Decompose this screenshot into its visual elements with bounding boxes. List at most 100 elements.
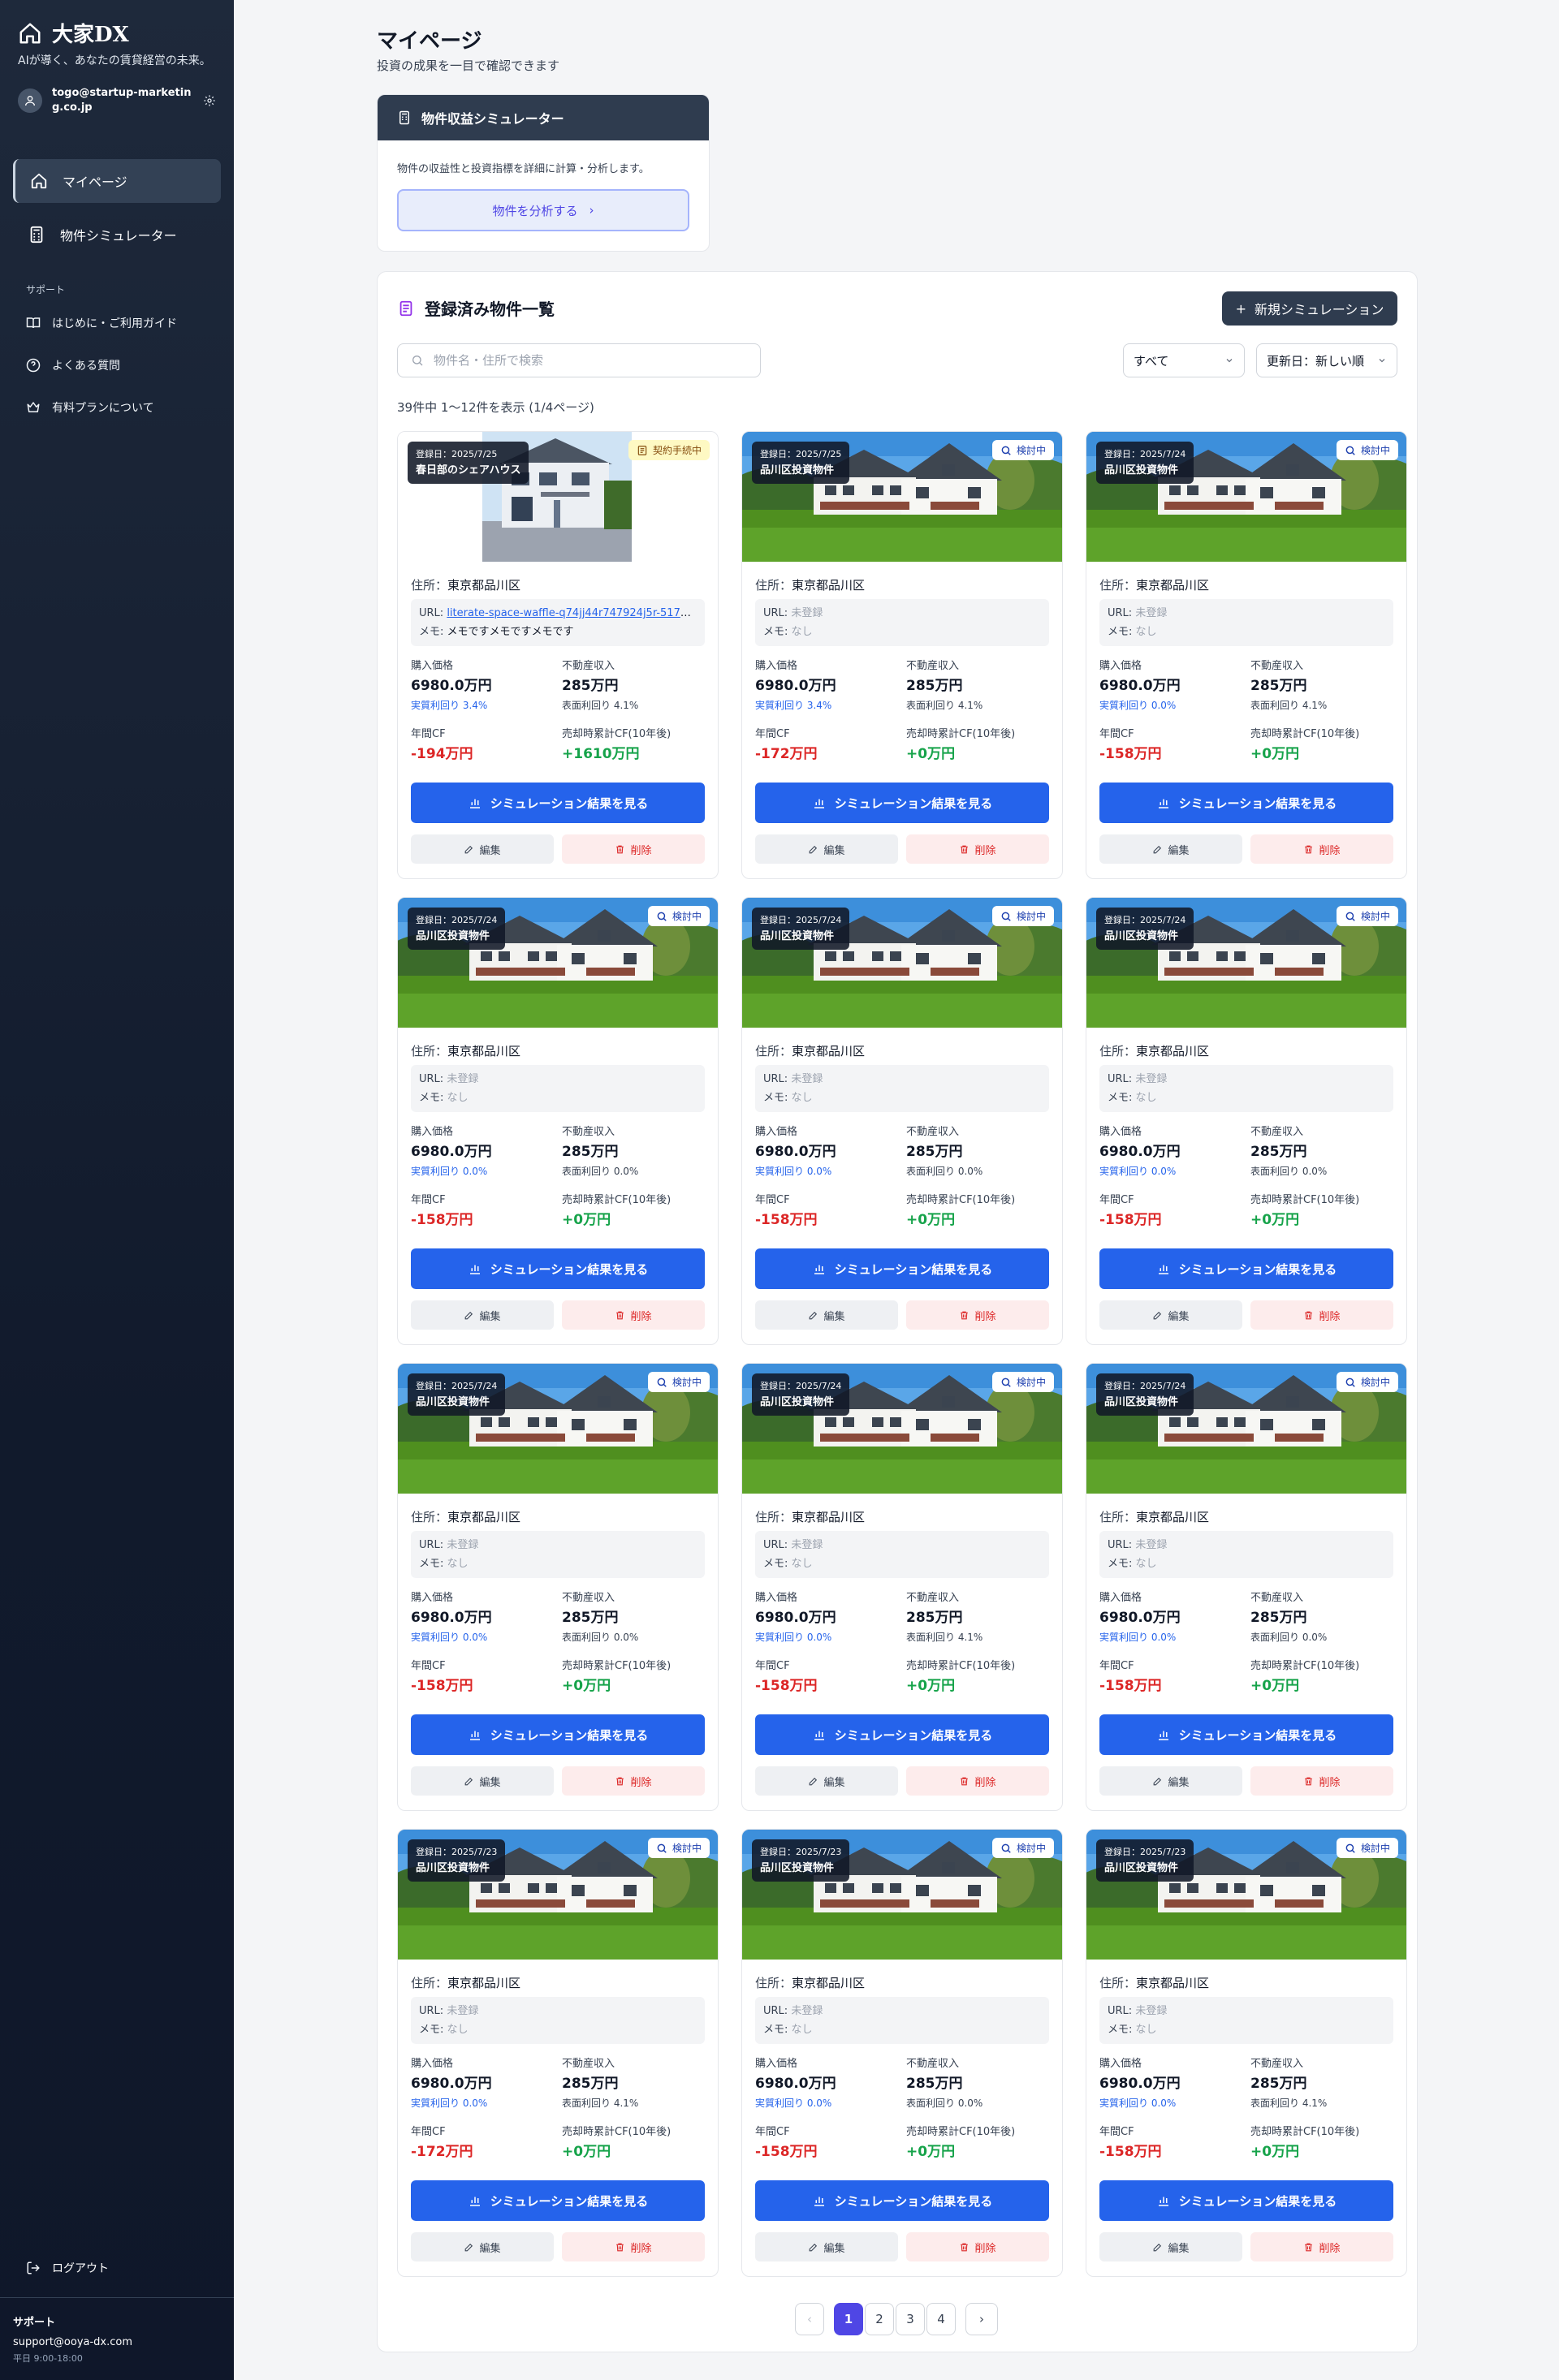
address-label: 住所： <box>755 1044 792 1058</box>
edit-button[interactable]: 編集 <box>1099 1300 1242 1330</box>
nav-item-plans[interactable]: 有料プランについて <box>26 399 154 416</box>
property-income-sub: 表面利回り 4.1% <box>906 1630 982 1645</box>
property-photo: 登録日：2025/7/23 品川区投資物件 検討中 <box>742 1830 1062 1960</box>
status-filter-select[interactable]: すべて <box>1123 343 1245 377</box>
view-result-button[interactable]: シミュレーション結果を見る <box>1099 2180 1393 2221</box>
nav-item-faq[interactable]: よくある質問 <box>26 357 120 373</box>
view-result-button[interactable]: シミュレーション結果を見る <box>411 1714 705 1755</box>
memo-row: メモ: なし <box>1108 2020 1385 2039</box>
nav-item-mypage[interactable]: マイページ <box>13 159 221 203</box>
purchase-price: 購入価格 6980.0万円 実質利回り 0.0% <box>1099 2057 1181 2111</box>
delete-button[interactable]: 削除 <box>906 1300 1049 1330</box>
property-income-sub: 表面利回り 4.1% <box>906 698 982 713</box>
edit-button[interactable]: 編集 <box>755 2232 898 2261</box>
annual-cf-label: 年間CF <box>1099 728 1134 740</box>
delete-button[interactable]: 削除 <box>1250 834 1393 864</box>
purchase-price-sub-value: 0.0% <box>1151 1166 1177 1177</box>
logout-button[interactable]: ログアウト <box>26 2260 109 2276</box>
property-info-box: URL: literate-space-waffle-q74jj44r74792… <box>411 599 705 646</box>
edit-button[interactable]: 編集 <box>411 834 554 864</box>
view-result-button[interactable]: シミュレーション結果を見る <box>755 1248 1049 1289</box>
pagination-prev-button[interactable]: ‹ <box>795 2303 824 2335</box>
pagination-page-2[interactable]: 2 <box>865 2303 894 2335</box>
search-input[interactable] <box>434 353 742 368</box>
property-url[interactable]: literate-space-waffle-q74jj44r747924j5r-… <box>447 607 697 619</box>
purchase-price-label: 購入価格 <box>1099 660 1142 672</box>
nav-item-simulator[interactable]: 物件シミュレーター <box>13 213 221 257</box>
delete-button[interactable]: 削除 <box>1250 1766 1393 1796</box>
address-value: 東京都品川区 <box>792 1976 866 1990</box>
view-result-button[interactable]: シミュレーション結果を見る <box>1099 783 1393 823</box>
edit-button[interactable]: 編集 <box>1099 2232 1242 2261</box>
view-result-button[interactable]: シミュレーション結果を見る <box>755 2180 1049 2221</box>
url-row: URL: 未登録 <box>763 2002 1041 2020</box>
purchase-price: 購入価格 6980.0万円 実質利回り 0.0% <box>1099 1591 1181 1645</box>
delete-button[interactable]: 削除 <box>562 1766 705 1796</box>
property-photo: 登録日：2025/7/23 品川区投資物件 検討中 <box>1086 1830 1406 1960</box>
view-result-button[interactable]: シミュレーション結果を見る <box>755 1714 1049 1755</box>
pagination-page-1[interactable]: 1 <box>834 2303 863 2335</box>
delete-button[interactable]: 削除 <box>1250 1300 1393 1330</box>
search-box[interactable] <box>397 343 761 377</box>
edit-label: 編集 <box>823 1310 845 1323</box>
edit-button[interactable]: 編集 <box>1099 834 1242 864</box>
edit-button[interactable]: 編集 <box>411 1766 554 1796</box>
sale-cf-value: +0万円 <box>1250 746 1300 762</box>
view-result-label: シミュレーション結果を見る <box>490 795 649 811</box>
sale-cf-label: 売却時累計CF(10年後) <box>562 1660 672 1672</box>
purchase-price-sub-label: 実質利回り <box>755 700 805 711</box>
edit-button[interactable]: 編集 <box>411 1300 554 1330</box>
view-result-label: シミュレーション結果を見る <box>490 1261 649 1277</box>
property-url: 未登録 <box>1135 607 1168 619</box>
nav-item-guide[interactable]: はじめに・ご利用ガイド <box>26 315 177 331</box>
calculator-icon <box>28 226 45 244</box>
edit-button[interactable]: 編集 <box>1099 1766 1242 1796</box>
edit-button[interactable]: 編集 <box>411 2232 554 2261</box>
address-value: 東京都品川区 <box>447 578 521 593</box>
delete-button[interactable]: 削除 <box>562 834 705 864</box>
registration-date: 登録日：2025/7/24 <box>1104 915 1186 925</box>
delete-button[interactable]: 削除 <box>562 2232 705 2261</box>
delete-button[interactable]: 削除 <box>562 1300 705 1330</box>
view-result-label: シミュレーション結果を見る <box>834 795 993 811</box>
property-income-value: 285万円 <box>1250 2076 1307 2092</box>
edit-button[interactable]: 編集 <box>755 1766 898 1796</box>
status-badge: 契約手続中 <box>628 440 710 460</box>
purchase-price: 購入価格 6980.0万円 実質利回り 0.0% <box>755 1125 836 1179</box>
purchase-price-sub-label: 実質利回り <box>1099 1632 1149 1643</box>
registration-badge: 登録日：2025/7/23 品川区投資物件 <box>752 1839 850 1882</box>
edit-button[interactable]: 編集 <box>755 1300 898 1330</box>
pagination-page-3[interactable]: 3 <box>896 2303 925 2335</box>
nav-item-label: 有料プランについて <box>52 402 154 415</box>
property-memo: メモですメモですメモです <box>447 626 574 638</box>
pagination-page-4[interactable]: 4 <box>926 2303 956 2335</box>
brand[interactable]: 大家DX <box>18 18 129 48</box>
support-email[interactable]: support@ooya-dx.com <box>13 2333 132 2352</box>
view-result-button[interactable]: シミュレーション結果を見る <box>411 1248 705 1289</box>
view-result-button[interactable]: シミュレーション結果を見る <box>411 783 705 823</box>
delete-label: 削除 <box>1319 1310 1341 1323</box>
delete-button[interactable]: 削除 <box>906 2232 1049 2261</box>
property-income-label: 不動産収入 <box>906 660 960 672</box>
settings-gear-icon[interactable] <box>203 94 216 107</box>
pagination-next-button[interactable]: › <box>965 2303 998 2335</box>
view-result-button[interactable]: シミュレーション結果を見る <box>1099 1248 1393 1289</box>
purchase-price-sub: 実質利回り 0.0% <box>411 2096 492 2111</box>
delete-button[interactable]: 削除 <box>906 1766 1049 1796</box>
view-result-button[interactable]: シミュレーション結果を見る <box>411 2180 705 2221</box>
delete-button[interactable]: 削除 <box>906 834 1049 864</box>
bar-chart-icon <box>468 1261 482 1276</box>
magnifier-icon <box>1345 911 1356 922</box>
sort-select[interactable]: 更新日：新しい順 <box>1256 343 1397 377</box>
new-simulation-button[interactable]: + 新規シミュレーション <box>1222 291 1397 326</box>
view-result-button[interactable]: シミュレーション結果を見る <box>755 783 1049 823</box>
sale-cf-value: +0万円 <box>1250 1212 1300 1228</box>
address-label: 住所： <box>411 1976 448 1990</box>
delete-button[interactable]: 削除 <box>1250 2232 1393 2261</box>
property-income-sub-value: 0.0% <box>613 1166 639 1177</box>
edit-label: 編集 <box>1168 1310 1190 1323</box>
view-result-button[interactable]: シミュレーション結果を見る <box>1099 1714 1393 1755</box>
edit-button[interactable]: 編集 <box>755 834 898 864</box>
purchase-price-sub: 実質利回り 0.0% <box>755 2096 836 2111</box>
analyze-property-button[interactable]: 物件を分析する › <box>397 189 689 231</box>
